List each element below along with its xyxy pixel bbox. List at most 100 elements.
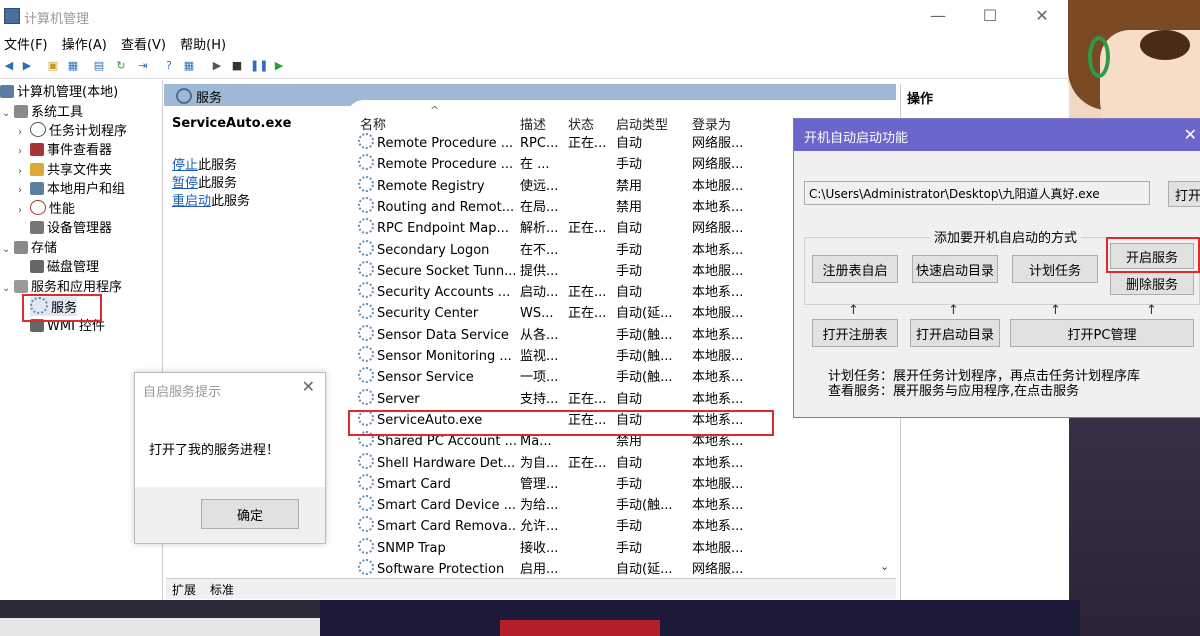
service-desc: 在不... xyxy=(520,242,559,258)
column-header-name[interactable]: 名称 xyxy=(360,114,386,133)
service-name: Remote Procedure ... xyxy=(358,133,516,154)
tree-performance[interactable]: › 性能 xyxy=(18,200,75,219)
forward-arrow-icon[interactable]: ▶ xyxy=(20,59,34,73)
pause-service-link[interactable]: 暂停此服务 xyxy=(172,172,237,191)
open-file-button[interactable]: 打开 xyxy=(1168,181,1200,207)
tree-system-tools[interactable]: ⌄ 系统工具 xyxy=(2,103,83,122)
export-icon[interactable]: ⇥ xyxy=(136,59,150,73)
dialog-footer: 确定 xyxy=(135,487,325,543)
chevron-down-icon[interactable]: ⌄ xyxy=(2,104,14,123)
service-name: Secure Socket Tunn... xyxy=(358,260,516,282)
minimize-button[interactable]: — xyxy=(928,6,948,26)
back-arrow-icon[interactable]: ◀ xyxy=(2,59,16,73)
refresh-icon[interactable]: ↻ xyxy=(114,59,128,73)
close-icon[interactable]: ✕ xyxy=(302,377,315,396)
chevron-right-icon[interactable]: › xyxy=(18,201,30,220)
service-row[interactable]: SNMP Trap 接收... 手动 本地服... xyxy=(346,537,766,559)
restart-service-link[interactable]: 重启动此服务 xyxy=(172,190,250,209)
services-highlight-box xyxy=(22,294,102,322)
service-row[interactable]: Server 支持... 正在... 自动 本地系... xyxy=(346,388,766,410)
gear-icon xyxy=(358,196,374,213)
scroll-down-icon[interactable]: ⌄ xyxy=(880,560,889,573)
tree-device-manager[interactable]: 设备管理器 xyxy=(30,219,112,238)
tree-local-users[interactable]: › 本地用户和组 xyxy=(18,180,125,199)
view-icon[interactable]: ▦ xyxy=(182,59,196,73)
start-service-icon[interactable]: ▶ xyxy=(210,59,224,73)
delete-service-button[interactable]: 删除服务 xyxy=(1110,271,1194,295)
chevron-down-icon[interactable]: ⌄ xyxy=(2,279,14,298)
service-row[interactable]: Smart Card Device ... 为给... 手动(触... 本地系... xyxy=(346,495,766,516)
service-row[interactable]: Shell Hardware Det... 为自... 正在... 自动 本地系... xyxy=(346,452,766,474)
gear-icon xyxy=(358,346,374,362)
menu-view[interactable]: 查看(V) xyxy=(121,34,172,53)
service-row[interactable]: Remote Procedure ... 在 ... 手动 网络服... xyxy=(346,154,766,175)
chevron-right-icon[interactable]: › xyxy=(18,142,30,161)
tree-task-scheduler[interactable]: › 任务计划程序 xyxy=(18,122,127,141)
tree-disk-management[interactable]: 磁盘管理 xyxy=(30,258,99,277)
service-row[interactable]: Security Accounts ... 启动... 正在... 自动 本地系... xyxy=(346,282,766,303)
scheduled-task-button[interactable]: 计划任务 xyxy=(1012,255,1098,283)
tree-storage[interactable]: ⌄ 存储 xyxy=(2,239,57,258)
restart-service-icon[interactable]: ▶ xyxy=(272,59,286,73)
service-row[interactable]: Smart Card Remova... 允许... 手动 本地系... xyxy=(346,516,766,537)
service-desc: 一项... xyxy=(520,370,559,386)
column-header-status[interactable]: 状态 xyxy=(568,114,594,133)
service-startup: 手动(触... xyxy=(616,327,673,343)
pause-link[interactable]: 暂停 xyxy=(172,176,198,191)
file-path-field[interactable]: C:\Users\Administrator\Desktop\九阳道人真好.ex… xyxy=(804,181,1150,205)
menu-file[interactable]: 文件(F) xyxy=(4,34,54,53)
service-name-text: Routing and Remot... xyxy=(377,199,515,215)
service-row[interactable]: Smart Card 管理... 手动 本地服... xyxy=(346,473,766,495)
open-startup-folder-button[interactable]: 打开启动目录 xyxy=(910,319,1000,347)
tree-event-viewer[interactable]: › 事件查看器 xyxy=(18,141,112,160)
stop-link[interactable]: 停止 xyxy=(172,158,198,173)
tab-standard[interactable]: 标准 xyxy=(210,581,234,598)
close-button[interactable]: ✕ xyxy=(1032,6,1052,26)
tree-label: 共享文件夹 xyxy=(47,163,113,178)
service-row[interactable]: Routing and Remot... 在局... 禁用 本地系... xyxy=(346,196,766,218)
service-name-text: Secure Socket Tunn... xyxy=(377,263,516,279)
service-desc: RPC... xyxy=(520,136,559,151)
tab-extended[interactable]: 扩展 xyxy=(172,581,196,598)
stop-service-link[interactable]: 停止此服务 xyxy=(172,154,237,173)
service-logon: 本地服... xyxy=(692,178,744,194)
service-row[interactable]: Sensor Data Service 从各... 手动(触... 本地系... xyxy=(346,324,766,346)
stop-service-icon[interactable]: ■ xyxy=(230,59,244,73)
up-folder-icon[interactable]: ▣ xyxy=(46,59,60,73)
chevron-down-icon[interactable]: ⌄ xyxy=(2,240,14,259)
service-row[interactable]: Software Protection 启用... 自动(延... 网络服... xyxy=(346,559,766,580)
chevron-right-icon[interactable]: › xyxy=(18,123,30,142)
column-header-startup[interactable]: 启动类型 xyxy=(616,114,668,133)
arrow-up-icon: ↑ xyxy=(1050,303,1061,318)
close-icon[interactable]: ✕ xyxy=(1184,125,1197,144)
maximize-button[interactable]: ☐ xyxy=(980,6,1000,26)
service-row[interactable]: Remote Registry 使远... 禁用 本地服... xyxy=(346,175,766,197)
service-row[interactable]: Secure Socket Tunn... 提供... 手动 本地服... xyxy=(346,260,766,282)
help-icon[interactable]: ? xyxy=(162,59,176,73)
service-row[interactable]: RPC Endpoint Map... 解析... 正在... 自动 网络服... xyxy=(346,218,766,239)
properties-icon[interactable]: ▤ xyxy=(92,59,106,73)
open-registry-button[interactable]: 打开注册表 xyxy=(812,319,898,347)
pause-service-icon[interactable]: ❚❚ xyxy=(250,59,268,73)
tree-shared-folders[interactable]: › 共享文件夹 xyxy=(18,161,112,180)
column-header-logon[interactable]: 登录为 xyxy=(692,114,731,133)
show-tree-icon[interactable]: ▦ xyxy=(66,59,80,73)
ok-button[interactable]: 确定 xyxy=(201,499,299,529)
chevron-right-icon[interactable]: › xyxy=(18,162,30,181)
service-row[interactable]: Sensor Service 一项... 手动(触... 本地系... xyxy=(346,367,766,388)
service-row[interactable]: Secondary Logon 在不... 手动 本地系... xyxy=(346,239,766,261)
service-row[interactable]: Sensor Monitoring ... 监视... 手动(触... 本地服... xyxy=(346,346,766,367)
startup-folder-button[interactable]: 快速启动目录 xyxy=(912,255,998,283)
service-row[interactable]: Remote Procedure ... RPC... 正在... 自动 网络服... xyxy=(346,133,766,154)
menu-help[interactable]: 帮助(H) xyxy=(180,34,232,53)
menu-action[interactable]: 操作(A) xyxy=(62,34,113,53)
registry-autostart-button[interactable]: 注册表自启 xyxy=(812,255,898,283)
column-header-desc[interactable]: 描述 xyxy=(520,114,546,133)
service-row[interactable]: Security Center WS... 正在... 自动(延... 本地服... xyxy=(346,303,766,324)
tree-root[interactable]: 计算机管理(本地) xyxy=(0,83,118,102)
chevron-right-icon[interactable]: › xyxy=(18,181,30,200)
service-startup: 自动 xyxy=(616,285,643,301)
restart-link[interactable]: 重启动 xyxy=(172,194,211,209)
gear-icon xyxy=(358,367,374,384)
open-pc-management-button[interactable]: 打开PC管理 xyxy=(1010,319,1194,347)
